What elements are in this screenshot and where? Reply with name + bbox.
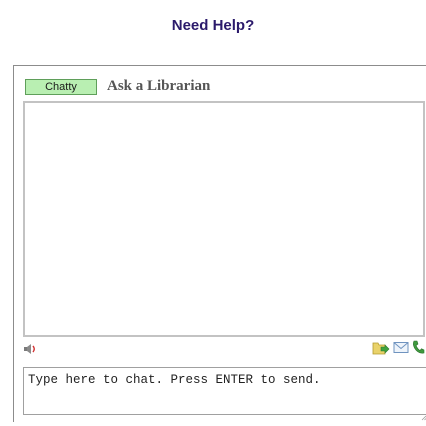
email-transcript-icon[interactable] <box>393 341 409 359</box>
page-title: Need Help? <box>0 17 426 34</box>
resize-grip-icon[interactable] <box>421 408 426 414</box>
widget-title: Ask a Librarian <box>107 78 210 95</box>
speaker-icon[interactable] <box>23 342 37 360</box>
send-file-icon[interactable] <box>372 339 390 361</box>
phone-icon[interactable] <box>411 339 425 361</box>
chat-widget: Chatty Ask a Librarian <box>13 65 426 422</box>
chat-transcript[interactable] <box>23 101 425 337</box>
chat-input[interactable] <box>23 367 426 415</box>
status-badge: Chatty <box>25 79 97 95</box>
chat-toolbar <box>23 342 426 356</box>
